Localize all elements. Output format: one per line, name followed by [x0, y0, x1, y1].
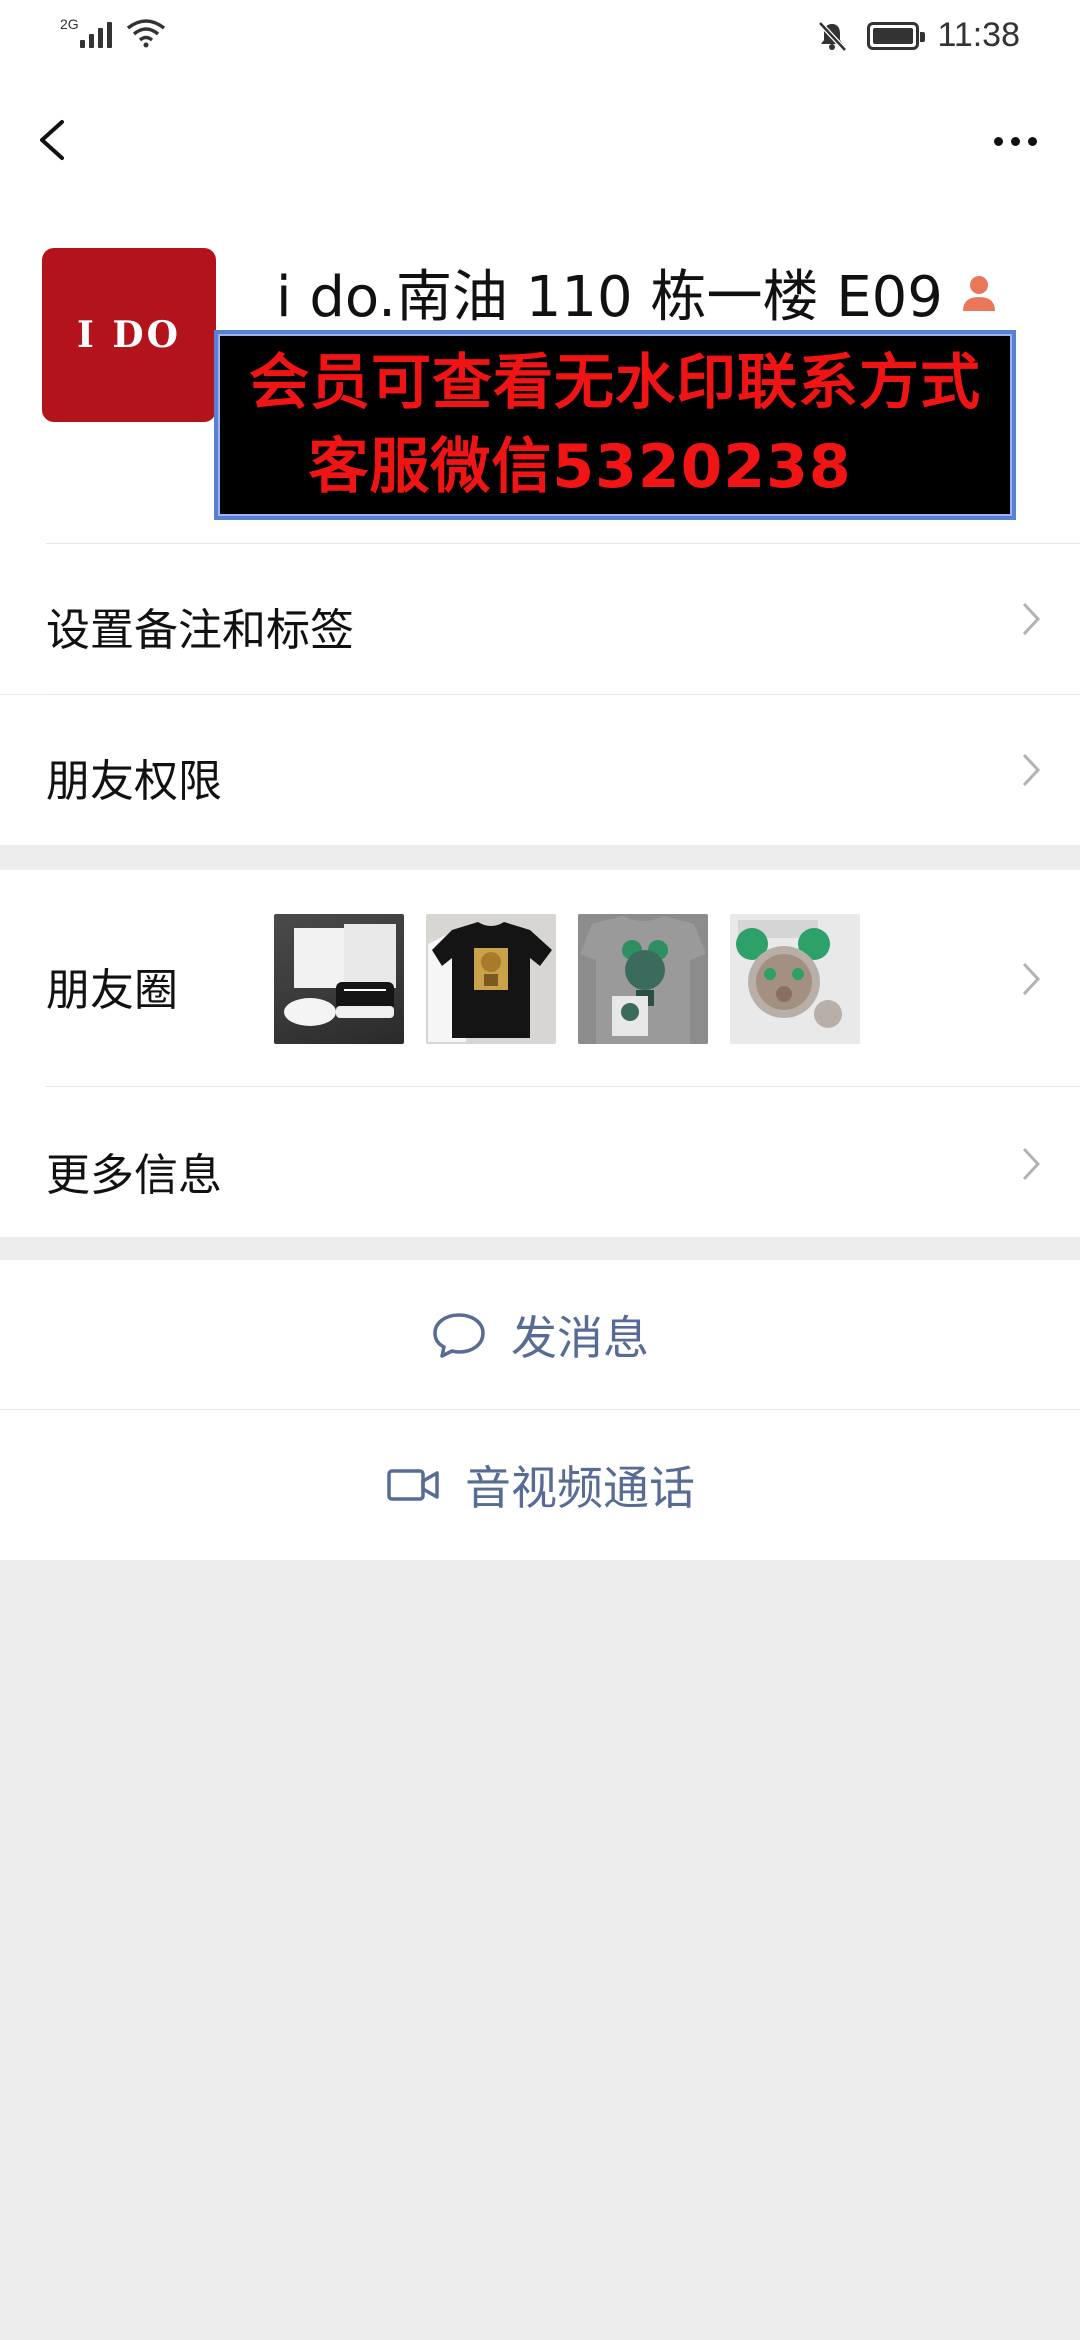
battery-icon: [867, 21, 926, 50]
friend-permissions-label: 朋友权限: [46, 756, 222, 807]
profile-header: I DO i do.南油 110 栋一楼 E09 会员可查看无水印联系方式 客服…: [0, 206, 1080, 544]
remarks-tags-cell[interactable]: 设置备注和标签: [0, 544, 1080, 694]
remarks-tags-label: 设置备注和标签: [46, 605, 354, 656]
chevron-right-icon: [1022, 602, 1041, 636]
friend-permissions-cell[interactable]: 朋友权限: [0, 695, 1080, 845]
moments-thumbnail: [274, 914, 404, 1044]
chat-bubble-icon: [433, 1313, 485, 1358]
moments-thumbnail: [730, 914, 860, 1044]
name-row: i do.南油 110 栋一楼 E09: [276, 252, 1001, 333]
wifi-icon: [126, 19, 166, 48]
divider: [46, 1086, 1080, 1087]
avatar[interactable]: I DO: [42, 248, 216, 422]
chevron-right-icon: [1022, 1147, 1041, 1181]
watermark-line-2: 客服微信5320238: [308, 432, 852, 502]
bell-muted-icon: [818, 20, 848, 52]
moments-thumbnail: [426, 914, 556, 1044]
moments-cell[interactable]: 朋友圈: [0, 870, 1080, 1088]
send-message-button[interactable]: 发消息: [0, 1260, 1080, 1410]
back-arrow-icon[interactable]: [30, 110, 80, 170]
signal-icon: [80, 18, 112, 48]
divider: [46, 694, 1080, 695]
moments-thumbnails: [274, 914, 860, 1044]
contact-name: i do.南油 110 栋一楼 E09: [276, 265, 943, 330]
network-type-label: 2G: [60, 16, 79, 32]
send-message-label: 发消息: [511, 1311, 649, 1365]
video-camera-icon: [387, 1469, 439, 1501]
status-bar-left: 2G: [60, 16, 166, 48]
more-info-cell[interactable]: 更多信息: [0, 1087, 1080, 1237]
watermark-banner: 会员可查看无水印联系方式 客服微信5320238: [214, 330, 1016, 520]
watermark-line-1: 会员可查看无水印联系方式: [249, 348, 981, 418]
more-options-icon[interactable]: [980, 116, 1050, 166]
moments-thumbnail: [578, 914, 708, 1044]
contact-profile-screen: 2G 11:38 I DO i do.南油 110 栋一楼 E09 会员可查看无…: [0, 0, 1080, 2340]
enterprise-person-icon: [962, 275, 995, 311]
status-bar: 2G 11:38: [0, 0, 1080, 76]
more-info-label: 更多信息: [46, 1150, 222, 1201]
status-bar-right: 11:38: [815, 16, 1020, 55]
chevron-right-icon: [1022, 962, 1041, 996]
chevron-right-icon: [1022, 753, 1041, 787]
moments-label: 朋友圈: [46, 965, 178, 1016]
navigation-bar: [0, 76, 1080, 206]
divider: [0, 1409, 1080, 1410]
avatar-logo-text: I DO: [77, 314, 181, 356]
video-call-label: 音视频通话: [465, 1461, 695, 1515]
video-call-button[interactable]: 音视频通话: [0, 1410, 1080, 1560]
clock-time: 11:38: [937, 16, 1020, 54]
